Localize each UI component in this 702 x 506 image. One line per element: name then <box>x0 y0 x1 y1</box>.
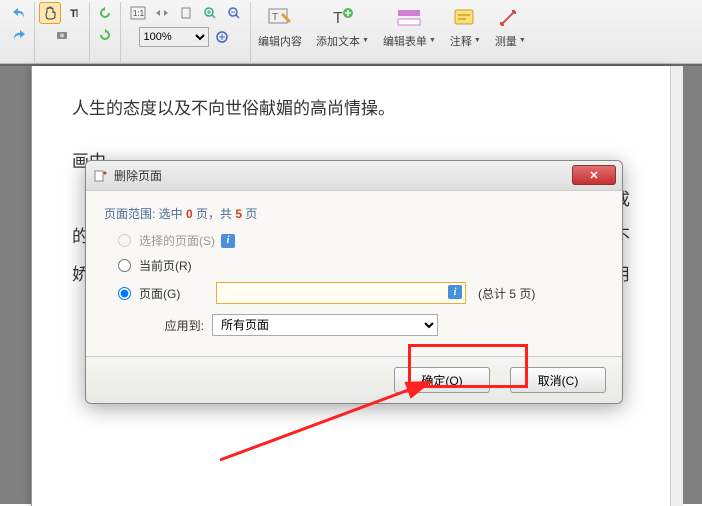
radio-pages-label: 页面(G) <box>139 285 180 302</box>
radio-selected-label: 选择的页面(S) <box>139 232 215 249</box>
zoom-out-button[interactable] <box>223 2 245 24</box>
edit-content-button[interactable]: T 编辑内容 <box>251 2 309 52</box>
apply-to-select[interactable]: 所有页面 <box>212 314 438 336</box>
rotate-ccw-button[interactable] <box>94 2 116 24</box>
svg-text:T: T <box>333 10 343 27</box>
edit-form-button[interactable]: 编辑表单▼ <box>376 2 443 52</box>
annotate-label: 注释 <box>450 33 472 49</box>
vertical-scrollbar[interactable] <box>670 66 683 506</box>
radio-page-range-row: 页面(G) i (总计 5 页) <box>118 282 604 304</box>
dialog-body: 页面范围: 选中 0 页，共 5 页 选择的页面(S) i 当前页(R) 页面(… <box>86 191 622 356</box>
fit-width-button[interactable] <box>151 2 173 24</box>
doc-line-1: 人生的态度以及不向世俗献媚的高尚情操。 <box>72 90 630 127</box>
hand-tool-button[interactable] <box>39 2 61 24</box>
ok-button[interactable]: 确定(O) <box>394 367 490 393</box>
text-select-button[interactable]: T <box>63 2 85 24</box>
redo-button[interactable] <box>8 24 30 46</box>
fit-page-button[interactable] <box>175 2 197 24</box>
main-toolbar: T 1:1 100% T 编辑内容 T 添加文本▼ <box>0 0 702 64</box>
dialog-titlebar[interactable]: 删除页面 ✕ <box>86 161 622 191</box>
measure-icon <box>496 5 524 31</box>
rotate-cw-button[interactable] <box>94 24 116 46</box>
measure-button[interactable]: 测量▼ <box>488 2 533 52</box>
zoom-select[interactable]: 100% <box>139 27 209 47</box>
edit-content-label: 编辑内容 <box>258 33 302 49</box>
radio-selected-input <box>118 234 131 247</box>
info-icon[interactable]: i <box>221 234 235 248</box>
edit-form-label: 编辑表单 <box>383 33 427 49</box>
apply-to-label: 应用到: <box>118 317 204 334</box>
add-text-button[interactable]: T 添加文本▼ <box>309 2 376 52</box>
close-icon: ✕ <box>589 169 598 182</box>
radio-selected-pages[interactable]: 选择的页面(S) i <box>118 232 604 249</box>
chevron-down-icon: ▼ <box>474 37 481 44</box>
cancel-button[interactable]: 取消(C) <box>510 367 606 393</box>
zoom-in-2-button[interactable] <box>211 26 233 48</box>
page-range-input[interactable] <box>216 282 466 304</box>
svg-text:1:1: 1:1 <box>133 9 145 18</box>
annotate-button[interactable]: 注释▼ <box>443 2 488 52</box>
dialog-close-button[interactable]: ✕ <box>572 165 616 185</box>
annotate-icon <box>451 5 479 31</box>
edit-form-icon <box>395 5 423 31</box>
info-icon[interactable]: i <box>448 285 462 299</box>
chevron-down-icon: ▼ <box>429 37 436 44</box>
chevron-down-icon: ▼ <box>362 37 369 44</box>
total-pages-label: (总计 5 页) <box>478 285 535 302</box>
chevron-down-icon: ▼ <box>519 37 526 44</box>
history-group <box>4 2 35 62</box>
dialog-title-icon <box>92 168 108 184</box>
select-group: T <box>35 2 90 62</box>
snapshot-button[interactable] <box>51 24 73 46</box>
radio-page-range[interactable]: 页面(G) <box>118 285 210 302</box>
radio-current-label: 当前页(R) <box>139 257 192 274</box>
apply-to-row: 应用到: 所有页面 <box>118 314 604 336</box>
add-text-icon: T <box>328 5 356 31</box>
zoom-in-button[interactable] <box>199 2 221 24</box>
measure-label: 测量 <box>495 33 517 49</box>
actual-size-button[interactable]: 1:1 <box>127 2 149 24</box>
dialog-footer: 确定(O) 取消(C) <box>86 356 622 403</box>
rotate-group <box>90 2 121 62</box>
add-text-label: 添加文本 <box>316 33 360 49</box>
svg-text:T: T <box>272 12 278 23</box>
zoom-group: 1:1 100% <box>121 2 251 62</box>
dialog-title: 删除页面 <box>114 167 162 184</box>
edit-content-icon: T <box>266 5 294 31</box>
page-range-summary: 页面范围: 选中 0 页，共 5 页 <box>104 205 604 222</box>
delete-pages-dialog: 删除页面 ✕ 页面范围: 选中 0 页，共 5 页 选择的页面(S) i 当前页… <box>85 160 623 404</box>
radio-pages-input[interactable] <box>118 287 131 300</box>
radio-current-input[interactable] <box>118 259 131 272</box>
undo-button[interactable] <box>8 2 30 24</box>
radio-current-page[interactable]: 当前页(R) <box>118 257 604 274</box>
svg-text:T: T <box>70 8 77 20</box>
